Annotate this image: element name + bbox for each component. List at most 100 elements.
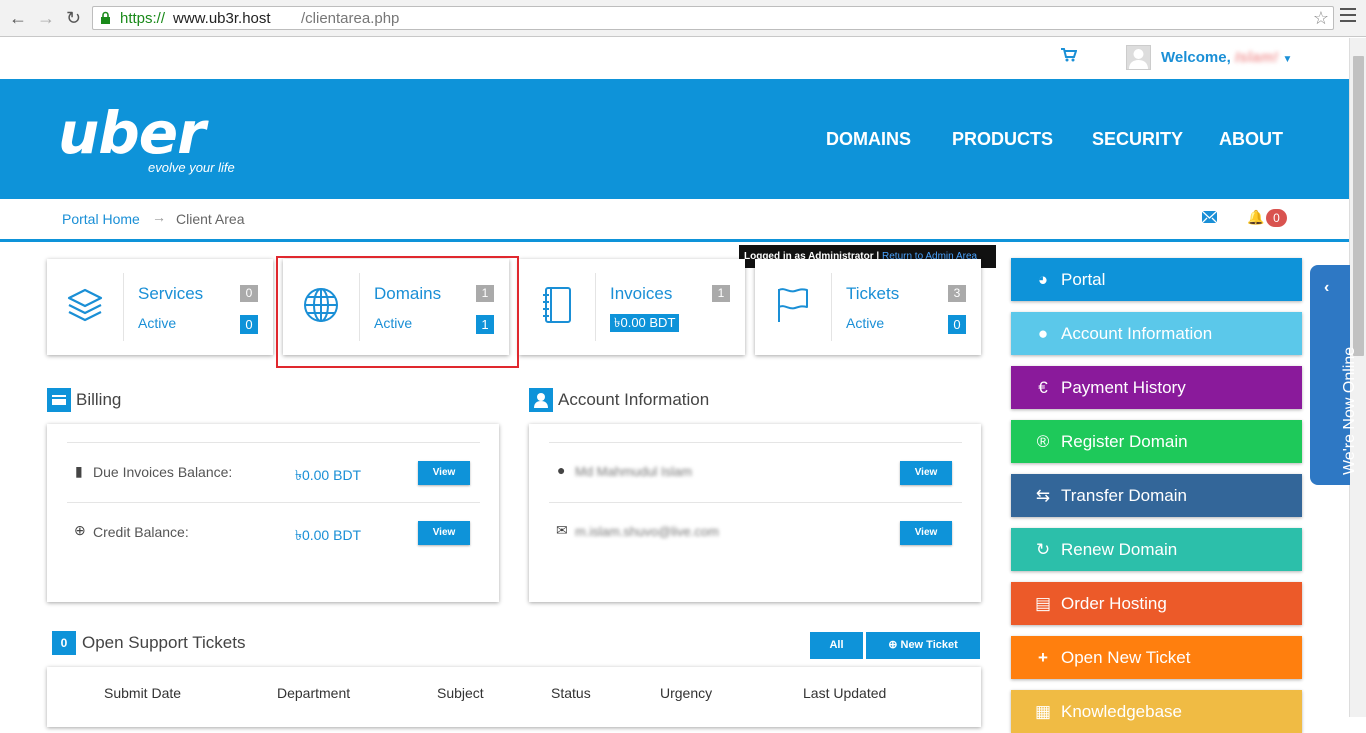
bookmark-star-icon[interactable]: ☆	[1313, 8, 1329, 29]
sidebar-transfer-domain-button[interactable]: ⇆ Transfer Domain	[1011, 474, 1302, 517]
plus-circle-icon: ⊕	[74, 522, 86, 538]
lock-icon	[101, 11, 110, 24]
sidebar-knowledgebase-button[interactable]: ▦ Knowledgebase	[1011, 690, 1302, 733]
top-user-bar: Welcome, Islam! ▼	[0, 38, 1349, 79]
register-icon: ®	[1036, 432, 1050, 451]
view-credit-button[interactable]: View	[418, 521, 470, 545]
new-ticket-button[interactable]: ⊕ New Ticket	[866, 632, 980, 659]
chevron-left-icon: ‹	[1324, 279, 1330, 296]
flag-icon	[778, 288, 808, 322]
tile-invoices[interactable]: Invoices 1 ৳0.00 BDT	[519, 259, 745, 355]
sidebar-payment-history-button[interactable]: € Payment History	[1011, 366, 1302, 409]
nav-products[interactable]: PRODUCTS	[952, 129, 1053, 150]
person-icon: ●	[557, 462, 566, 478]
domains-highlight-box	[276, 256, 519, 368]
mail-icon[interactable]	[1202, 211, 1217, 223]
renew-icon: ↻	[1035, 540, 1051, 559]
document-icon: ▮	[75, 463, 83, 479]
sidebar-label: Register Domain	[1061, 432, 1188, 451]
scrollbar-thumb[interactable]	[1353, 56, 1364, 356]
sidebar-portal-button[interactable]: ◕ Portal	[1011, 258, 1302, 301]
sidebar-register-domain-button[interactable]: ® Register Domain	[1011, 420, 1302, 463]
tickets-table: Submit Date Department Subject Status Ur…	[47, 667, 981, 727]
user-icon	[529, 388, 553, 412]
view-email-button[interactable]: View	[900, 521, 952, 545]
book-icon: ▦	[1034, 702, 1052, 721]
credit-balance-value: ৳0.00 BDT	[295, 527, 362, 543]
nav-domains[interactable]: DOMAINS	[826, 129, 911, 150]
browser-menu-icon[interactable]	[1340, 8, 1356, 26]
new-ticket-label: New Ticket	[900, 639, 958, 651]
tile-divider	[595, 273, 596, 341]
forward-icon[interactable]: →	[37, 8, 55, 28]
cart-icon[interactable]	[1061, 48, 1077, 62]
tile-value: 0	[948, 315, 966, 334]
sidebar-account-info-button[interactable]: ● Account Information	[1011, 312, 1302, 355]
tickets-count-badge: 0	[52, 631, 76, 655]
tile-divider	[831, 273, 832, 341]
sidebar-open-ticket-button[interactable]: + Open New Ticket	[1011, 636, 1302, 679]
list-item: ⊕ Credit Balance: ৳0.00 BDT View	[67, 502, 480, 562]
tile-amount: ৳0.00 BDT	[610, 314, 680, 332]
account-email: m.islam.shuvo@live.com	[575, 524, 719, 539]
euro-icon: €	[1038, 378, 1048, 397]
logo[interactable]: uber evolve your life	[58, 99, 235, 175]
column-header[interactable]: Status	[551, 685, 591, 701]
reload-icon[interactable]: ↻	[66, 8, 81, 28]
breadcrumb: Portal Home → Client Area 🔔 0	[0, 199, 1349, 242]
view-due-invoices-button[interactable]: View	[418, 461, 470, 485]
breadcrumb-separator: →	[152, 209, 166, 225]
notification-count[interactable]: 0	[1266, 209, 1287, 227]
nav-security[interactable]: SECURITY	[1092, 129, 1183, 150]
column-header[interactable]: Subject	[437, 685, 484, 701]
chevron-down-icon: ▼	[1282, 54, 1293, 65]
list-item: ▮ Due Invoices Balance: ৳0.00 BDT View	[67, 442, 480, 502]
credit-card-icon	[47, 388, 71, 412]
column-header[interactable]: Submit Date	[104, 685, 181, 701]
sidebar-label: Open New Ticket	[1061, 648, 1191, 667]
tile-title: Tickets	[846, 284, 900, 303]
welcome-menu[interactable]: Welcome, Islam! ▼	[1161, 49, 1292, 66]
back-icon[interactable]: ←	[9, 8, 27, 28]
tile-value: 0	[240, 315, 258, 334]
avatar[interactable]	[1126, 45, 1151, 70]
tile-services[interactable]: Services 0 Active 0	[47, 259, 273, 355]
sidebar-label: Transfer Domain	[1061, 486, 1187, 505]
browser-toolbar: ← → ↻ https:// www.ub3r.host /clientarea…	[0, 0, 1366, 37]
sidebar-order-hosting-button[interactable]: ▤ Order Hosting	[1011, 582, 1302, 625]
sidebar-label: Knowledgebase	[1061, 702, 1182, 721]
sidebar-renew-domain-button[interactable]: ↻ Renew Domain	[1011, 528, 1302, 571]
nav-about[interactable]: ABOUT	[1219, 129, 1283, 150]
dashboard-icon: ◕	[1037, 270, 1049, 289]
account-info-title: Account Information	[558, 390, 710, 409]
user-avatar-icon	[1129, 49, 1148, 69]
column-header[interactable]: Department	[277, 685, 350, 701]
sidebar-label: Renew Domain	[1061, 540, 1178, 559]
logo-wordmark: uber	[58, 99, 206, 167]
column-header[interactable]: Last Updated	[803, 685, 886, 701]
notebook-icon	[543, 287, 571, 323]
sidebar-label: Account Information	[1061, 324, 1213, 343]
user-icon: ●	[1037, 324, 1049, 343]
tile-count: 1	[712, 285, 730, 302]
credit-balance-label: Credit Balance:	[93, 524, 189, 540]
due-invoices-value: ৳0.00 BDT	[295, 467, 362, 483]
tile-tickets[interactable]: Tickets 3 Active 0	[755, 259, 981, 355]
tile-title: Invoices	[610, 284, 673, 303]
list-item: ✉ m.islam.shuvo@live.com View	[549, 502, 962, 562]
live-chat-tab[interactable]: ‹ We're Now Online	[1310, 265, 1358, 485]
logo-tagline: evolve your life	[148, 160, 235, 175]
account-name: Md Mahmudul Islam	[575, 464, 693, 479]
all-tickets-button[interactable]: All	[810, 632, 863, 659]
open-tickets-title: Open Support Tickets	[82, 633, 246, 652]
bell-icon[interactable]: 🔔	[1247, 209, 1264, 226]
breadcrumb-home[interactable]: Portal Home	[62, 211, 140, 227]
plus-icon: +	[1038, 648, 1048, 667]
address-bar[interactable]: https:// www.ub3r.host /clientarea.php ☆	[92, 6, 1334, 30]
column-header[interactable]: Urgency	[660, 685, 712, 701]
billing-title: Billing	[76, 390, 122, 409]
url-path: /clientarea.php	[301, 10, 400, 27]
transfer-icon: ⇆	[1035, 486, 1051, 505]
sidebar-label: Payment History	[1061, 378, 1186, 397]
view-name-button[interactable]: View	[900, 461, 952, 485]
